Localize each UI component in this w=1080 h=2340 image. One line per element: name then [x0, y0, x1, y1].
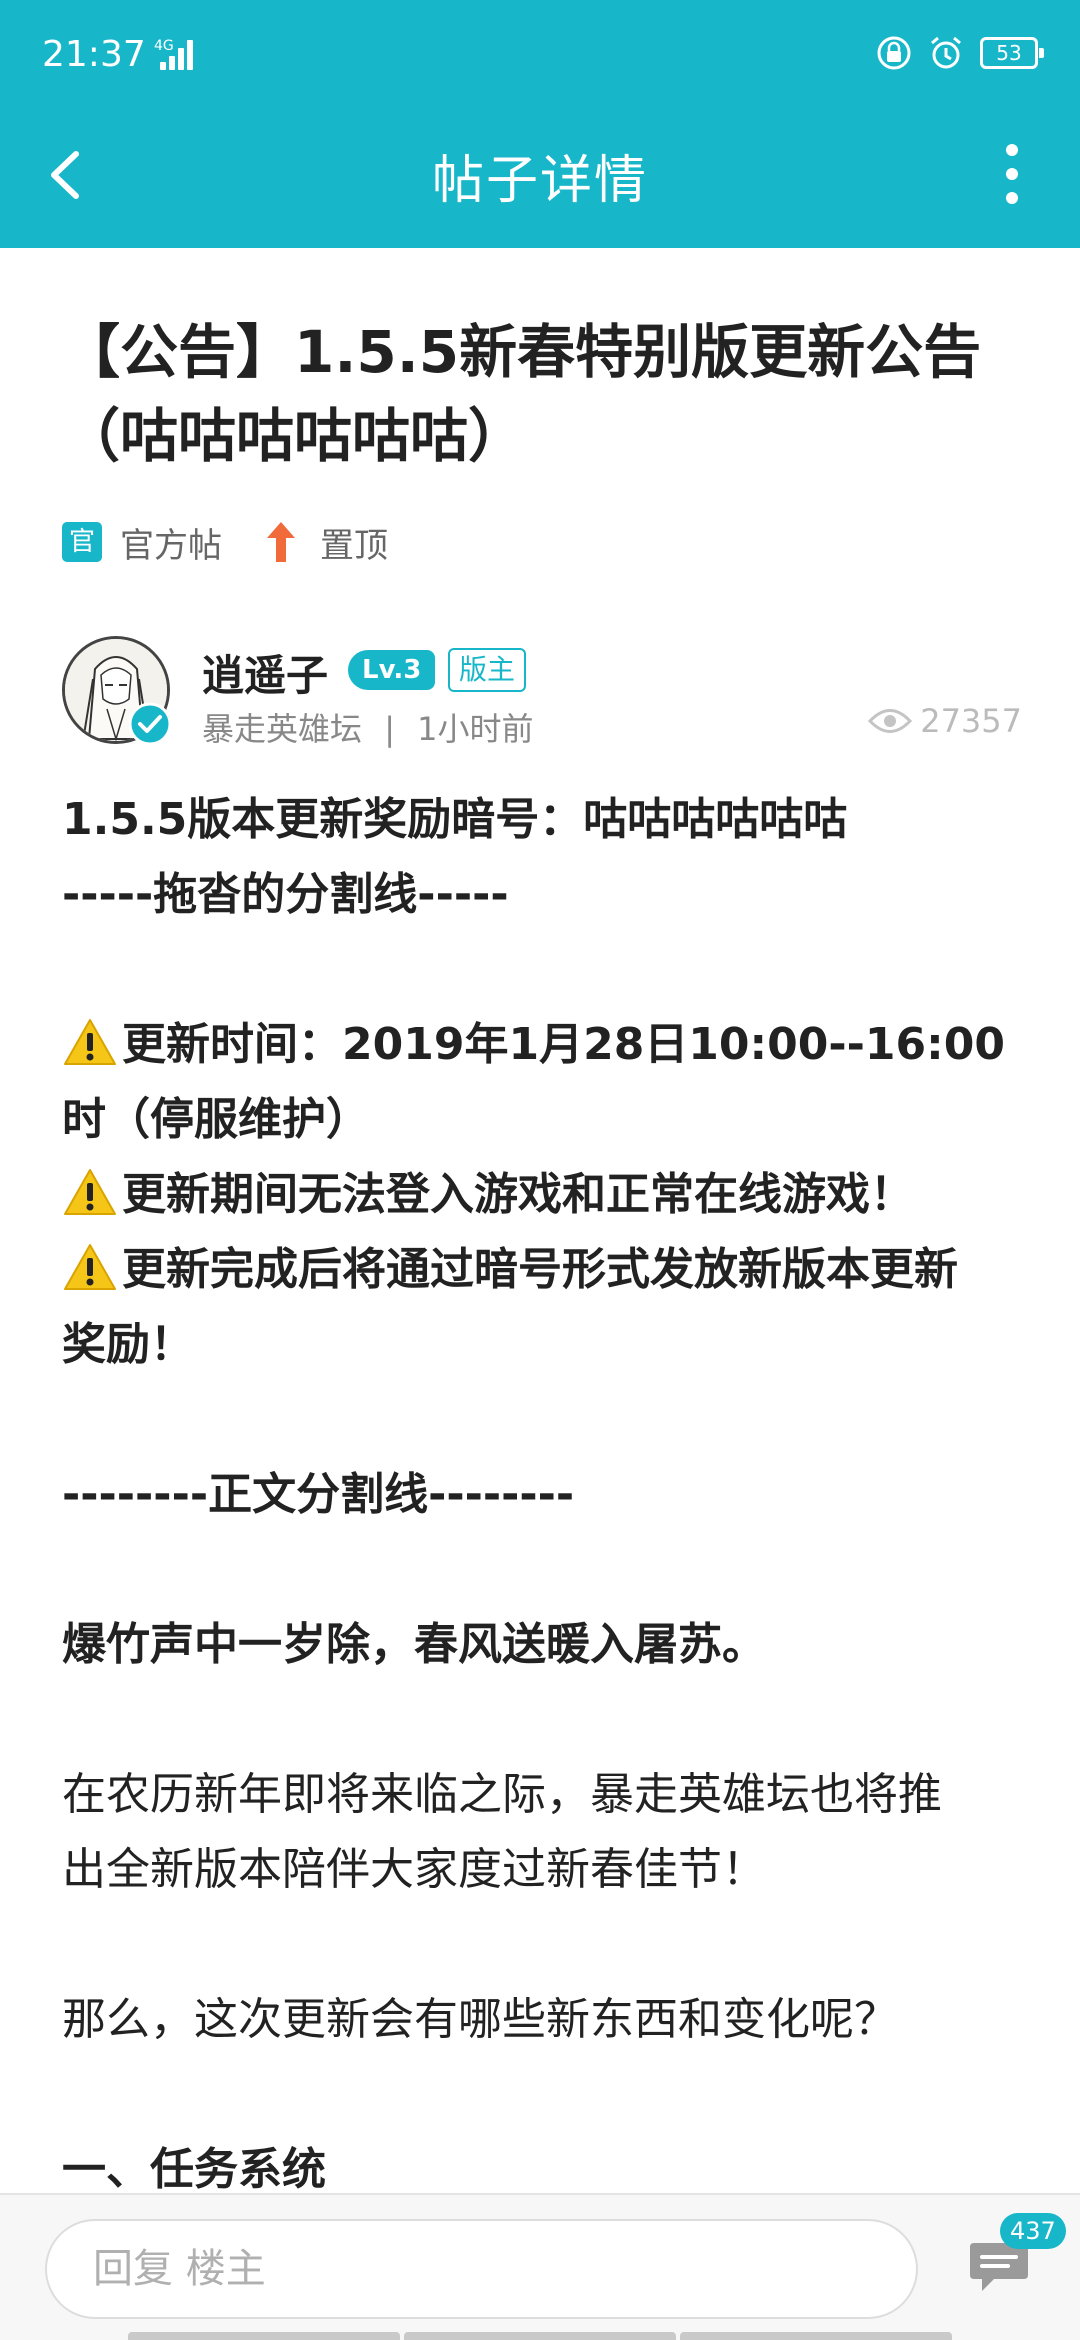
- post-body-text: 更新时间：2019年1月28日10:00--16:00: [122, 1019, 1005, 1070]
- post-body-text: 更新完成后将通过暗号形式发放新版本更新: [122, 1244, 958, 1295]
- post-content[interactable]: 【公告】1.5.5新春特别版更新公告（咕咕咕咕咕咕） 官 官方帖 置顶 逍遥子 …: [0, 248, 1080, 2193]
- post-tags: 官 官方帖 置顶: [62, 518, 388, 566]
- signal-icon: [160, 38, 194, 70]
- post-body-text: 在农历新年即将来临之际，暴走英雄坛也将推: [62, 1769, 942, 1820]
- post-body-text: 出全新版本陪伴大家度过新春佳节！: [62, 1844, 766, 1895]
- post-title: 【公告】1.5.5新春特别版更新公告（咕咕咕咕咕咕）: [62, 318, 982, 470]
- post-body-line: [62, 2057, 1032, 2132]
- post-body-line: 1.5.5版本更新奖励暗号：咕咕咕咕咕咕: [62, 782, 1032, 857]
- gesture-bar: [128, 2332, 952, 2340]
- forum-name: 暴走英雄坛: [202, 710, 363, 748]
- post-body-text: 1.5.5版本更新奖励暗号：咕咕咕咕咕咕: [62, 794, 848, 845]
- post-body-text: 时（停服维护）: [62, 1094, 370, 1145]
- post-body-text: 一、任务系统: [62, 2144, 326, 2193]
- post-body: 1.5.5版本更新奖励暗号：咕咕咕咕咕咕 -----拖沓的分割线----- 更新时间…: [62, 782, 1032, 2193]
- meta-separator: |: [384, 710, 395, 748]
- bottom-bar: 回复 楼主 437: [0, 2193, 1080, 2340]
- author-meta: 暴走英雄坛 | 1小时前: [202, 704, 534, 750]
- status-right: 53: [876, 30, 1044, 76]
- page-title: 帖子详情: [431, 151, 648, 211]
- official-tag-label: 官方帖: [120, 525, 222, 566]
- post-body-text: --------正文分割线--------: [62, 1469, 575, 1520]
- post-body-line: [62, 1382, 1032, 1457]
- view-count: 27357: [868, 702, 1022, 740]
- post-time: 1小时前: [417, 710, 534, 748]
- arrow-up-icon: [267, 522, 295, 562]
- app-root: 21:37 4G 53 帖子详情 【公告】1.5.5新春特别版更新公告（咕咕咕咕…: [0, 0, 1080, 2340]
- post-body-text: 更新期间无法登入游戏和正常在线游戏！: [122, 1169, 914, 1220]
- post-body-line: [62, 1907, 1032, 1982]
- battery-icon: 53: [980, 37, 1044, 69]
- post-body-text: 奖励！: [62, 1319, 194, 1370]
- post-body-text: 爆竹声中一岁除，春风送暖入屠苏。: [62, 1619, 766, 1670]
- author-info[interactable]: 逍遥子 Lv.3 版主 暴走英雄坛 | 1小时前 27357: [62, 636, 1022, 751]
- post-body-line: [62, 1682, 1032, 1757]
- level-badge: Lv.3: [348, 650, 436, 690]
- eye-icon: [868, 709, 913, 733]
- alarm-icon: [931, 36, 961, 69]
- post-body-line: 出全新版本陪伴大家度过新春佳节！: [62, 1832, 1032, 1907]
- post-body-line: 奖励！: [62, 1307, 1032, 1382]
- post-body-line: 更新时间：2019年1月28日10:00--16:00: [62, 1007, 1032, 1082]
- post-body-line: 更新期间无法登入游戏和正常在线游戏！: [62, 1157, 1032, 1232]
- post-body-text: 那么，这次更新会有哪些新东西和变化呢？: [62, 1994, 898, 2045]
- warning-icon: [64, 1244, 116, 1290]
- more-vertical-icon[interactable]: [1004, 138, 1020, 212]
- pinned-tag-label: 置顶: [320, 525, 388, 566]
- view-count-value: 27357: [920, 702, 1022, 740]
- post-body-line: 那么，这次更新会有哪些新东西和变化呢？: [62, 1982, 1032, 2057]
- official-badge: 官: [62, 522, 102, 562]
- nav-bar: 帖子详情: [0, 110, 1080, 248]
- post-body-line: 在农历新年即将来临之际，暴走英雄坛也将推: [62, 1757, 1032, 1832]
- post-body-line: -----拖沓的分割线-----: [62, 857, 1032, 932]
- post-body-line: 更新完成后将通过暗号形式发放新版本更新: [62, 1232, 1032, 1307]
- post-body-line: [62, 1532, 1032, 1607]
- post-body-line: [62, 932, 1032, 1007]
- verified-icon: [128, 702, 172, 746]
- status-bar: 21:37 4G 53: [0, 0, 1080, 110]
- lock-rotation-icon: [877, 36, 911, 70]
- warning-icon: [64, 1019, 116, 1065]
- post-body-line: 时（停服维护）: [62, 1082, 1032, 1157]
- post-body-line: 爆竹声中一岁除，春风送暖入屠苏。: [62, 1607, 1032, 1682]
- post-body-text: -----拖沓的分割线-----: [62, 869, 509, 920]
- reply-input[interactable]: 回复 楼主: [45, 2219, 918, 2319]
- header: 21:37 4G 53 帖子详情: [0, 0, 1080, 248]
- warning-icon: [64, 1169, 116, 1215]
- post-body-line: 一、任务系统: [62, 2132, 1032, 2193]
- moderator-badge: 版主: [448, 648, 526, 692]
- status-time: 21:37: [42, 34, 146, 75]
- author-name[interactable]: 逍遥子: [202, 642, 328, 703]
- comment-count-badge: 437: [1000, 2213, 1066, 2249]
- post-body-line: --------正文分割线--------: [62, 1457, 1032, 1532]
